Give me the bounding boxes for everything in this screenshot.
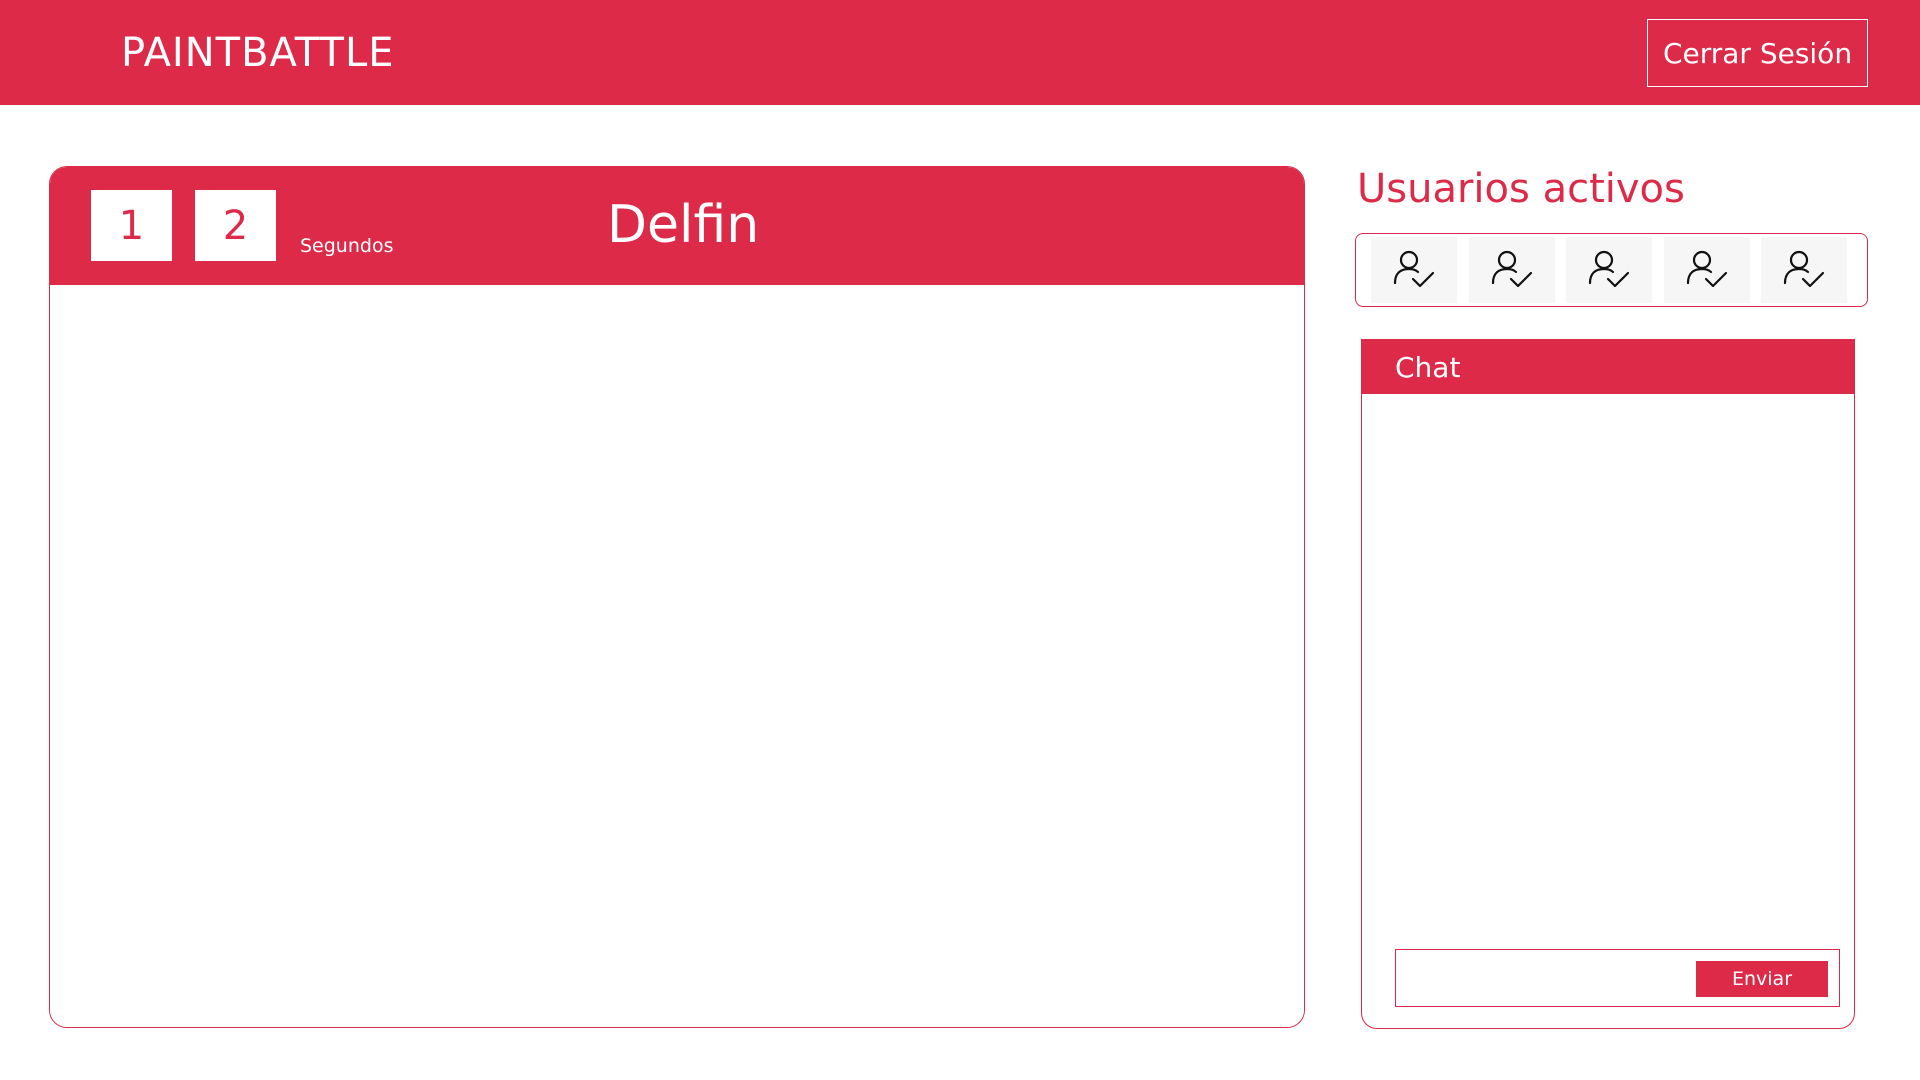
active-users-list xyxy=(1355,233,1868,307)
brand-logo: PAINTBATTLE xyxy=(121,30,395,76)
drawing-canvas[interactable] xyxy=(50,285,1304,1027)
user-check-icon xyxy=(1393,250,1435,288)
logout-button[interactable]: Cerrar Sesión xyxy=(1647,19,1868,87)
board-header: 1 2 Segundos Delfin xyxy=(50,167,1304,285)
active-user-2[interactable] xyxy=(1468,237,1555,303)
user-check-icon xyxy=(1588,250,1630,288)
user-check-icon xyxy=(1686,250,1727,288)
chat-panel: Chat Enviar xyxy=(1361,339,1855,1029)
active-user-4[interactable] xyxy=(1663,237,1750,303)
game-board: 1 2 Segundos Delfin xyxy=(49,166,1305,1028)
user-check-icon xyxy=(1491,250,1532,288)
chat-compose: Enviar xyxy=(1395,949,1840,1007)
target-word: Delfin xyxy=(607,195,760,255)
chat-title: Chat xyxy=(1395,351,1461,384)
active-user-5[interactable] xyxy=(1761,237,1847,303)
top-bar: PAINTBATTLE Cerrar Sesión xyxy=(0,0,1920,105)
send-button[interactable]: Enviar xyxy=(1696,961,1828,997)
timer-unit-label: Segundos xyxy=(300,235,394,257)
active-users-title: Usuarios activos xyxy=(1357,166,1685,212)
timer-digit-ones: 2 xyxy=(195,190,276,261)
active-user-3[interactable] xyxy=(1566,237,1652,303)
active-user-1[interactable] xyxy=(1371,237,1457,303)
chat-messages[interactable] xyxy=(1362,394,1854,954)
chat-header: Chat xyxy=(1362,340,1854,394)
chat-input[interactable] xyxy=(1402,956,1692,1000)
timer-digit-tens: 1 xyxy=(91,190,172,261)
user-check-icon xyxy=(1783,250,1825,288)
